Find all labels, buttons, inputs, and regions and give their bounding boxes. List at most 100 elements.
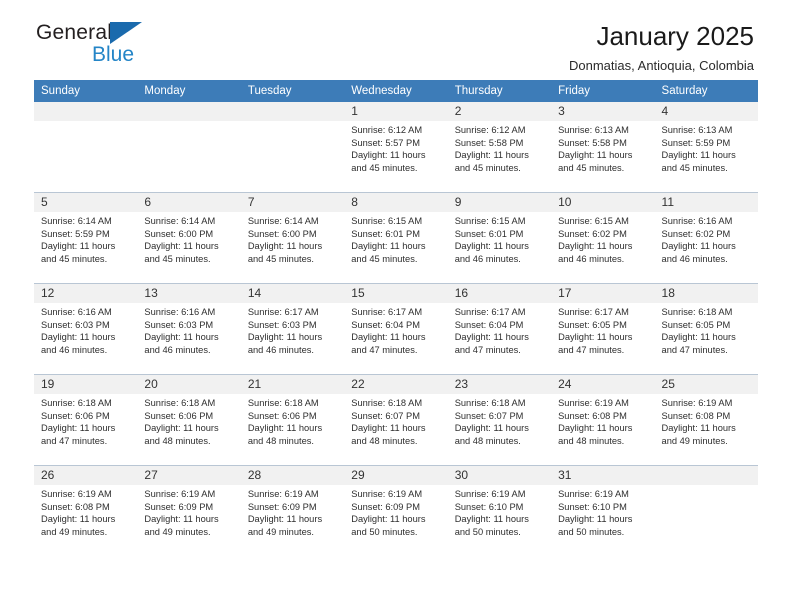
calendar-day-cell[interactable]: 13 Sunrise: 6:16 AM Sunset: 6:03 PM Dayligh… bbox=[137, 283, 241, 375]
day-details: Sunrise: 6:12 AM Sunset: 5:58 PM Daylight:… bbox=[448, 121, 551, 174]
weekday-header-thursday: Thursday bbox=[447, 80, 552, 102]
day-number: 19 bbox=[34, 375, 138, 394]
daylight-duration-line2: and 47 minutes. bbox=[661, 344, 728, 355]
sunrise-time: Sunrise: 6:15 AM bbox=[558, 216, 629, 226]
sunset-time: Sunset: 6:10 PM bbox=[558, 501, 627, 512]
day-number bbox=[654, 466, 758, 485]
sunrise-time: Sunrise: 6:14 AM bbox=[41, 216, 112, 226]
daylight-duration-line2: and 46 minutes. bbox=[454, 253, 521, 264]
calendar-day-cell[interactable]: 11 Sunrise: 6:16 AM Sunset: 6:02 PM Dayligh… bbox=[654, 192, 758, 284]
sunset-time: Sunset: 5:57 PM bbox=[351, 137, 420, 148]
daylight-duration-line2: and 47 minutes. bbox=[41, 435, 108, 446]
daylight-duration-line1: Daylight: 11 hours bbox=[661, 332, 736, 343]
daylight-duration-line2: and 45 minutes. bbox=[247, 253, 314, 264]
calendar-day-cell[interactable]: 22 Sunrise: 6:18 AM Sunset: 6:07 PM Dayligh… bbox=[344, 374, 448, 466]
sunrise-time: Sunrise: 6:19 AM bbox=[454, 489, 526, 499]
sunrise-time: Sunrise: 6:17 AM bbox=[247, 307, 319, 317]
day-details: Sunrise: 6:14 AM Sunset: 5:59 PM Daylight:… bbox=[34, 212, 137, 265]
daylight-duration-line1: Daylight: 11 hours bbox=[558, 332, 633, 343]
calendar-day-cell[interactable]: 4 Sunrise: 6:13 AM Sunset: 5:59 PM Daylight… bbox=[654, 102, 758, 193]
day-number: 2 bbox=[447, 102, 552, 121]
calendar-day-cell[interactable]: 1 Sunrise: 6:12 AM Sunset: 5:57 PM Daylight… bbox=[344, 102, 448, 193]
calendar-day-cell[interactable]: 31 Sunrise: 6:19 AM Sunset: 6:10 PM Dayligh… bbox=[551, 465, 655, 556]
calendar-day-cell[interactable]: 2 Sunrise: 6:12 AM Sunset: 5:58 PM Daylight… bbox=[447, 102, 552, 193]
calendar-day-cell[interactable]: 9 Sunrise: 6:15 AM Sunset: 6:01 PM Daylight… bbox=[447, 192, 552, 284]
calendar-day-cell[interactable]: 28 Sunrise: 6:19 AM Sunset: 6:09 PM Dayligh… bbox=[240, 465, 345, 556]
day-number: 6 bbox=[137, 193, 241, 212]
sunrise-time: Sunrise: 6:13 AM bbox=[661, 125, 733, 135]
calendar-day-cell[interactable]: 21 Sunrise: 6:18 AM Sunset: 6:06 PM Dayligh… bbox=[240, 374, 345, 466]
day-number: 12 bbox=[34, 284, 138, 303]
daylight-duration-line2: and 49 minutes. bbox=[661, 435, 728, 446]
daylight-duration-line1: Daylight: 11 hours bbox=[454, 332, 529, 343]
sunset-time: Sunset: 6:04 PM bbox=[454, 319, 524, 330]
calendar-week-row: 26 Sunrise: 6:19 AM Sunset: 6:08 PM Dayligh… bbox=[34, 465, 758, 556]
daylight-duration-line2: and 47 minutes. bbox=[558, 344, 625, 355]
logo-triangle-icon bbox=[110, 22, 143, 44]
day-number: 20 bbox=[137, 375, 241, 394]
weekday-header-tuesday: Tuesday bbox=[240, 80, 345, 102]
sunrise-time: Sunrise: 6:19 AM bbox=[661, 398, 733, 408]
sunset-time: Sunset: 6:06 PM bbox=[247, 410, 317, 421]
sunrise-time: Sunrise: 6:15 AM bbox=[454, 216, 526, 226]
calendar-day-cell[interactable]: 17 Sunrise: 6:17 AM Sunset: 6:05 PM Dayligh… bbox=[551, 283, 655, 375]
calendar-day-cell[interactable]: 10 Sunrise: 6:15 AM Sunset: 6:02 PM Dayligh… bbox=[551, 192, 655, 284]
day-number: 10 bbox=[551, 193, 655, 212]
daylight-duration-line1: Daylight: 11 hours bbox=[661, 150, 736, 161]
sunrise-time: Sunrise: 6:16 AM bbox=[144, 307, 216, 317]
day-number: 7 bbox=[240, 193, 345, 212]
calendar-day-cell[interactable]: 15 Sunrise: 6:17 AM Sunset: 6:04 PM Dayligh… bbox=[344, 283, 448, 375]
calendar-day-cell[interactable]: 8 Sunrise: 6:15 AM Sunset: 6:01 PM Daylight… bbox=[344, 192, 448, 284]
day-number: 31 bbox=[551, 466, 655, 485]
day-number: 11 bbox=[654, 193, 758, 212]
daylight-duration-line2: and 50 minutes. bbox=[454, 526, 521, 537]
calendar-day-cell[interactable]: 19 Sunrise: 6:18 AM Sunset: 6:06 PM Dayligh… bbox=[34, 374, 138, 466]
sunset-time: Sunset: 5:59 PM bbox=[41, 228, 110, 239]
calendar-day-cell[interactable]: 18 Sunrise: 6:18 AM Sunset: 6:05 PM Dayligh… bbox=[654, 283, 758, 375]
calendar-day-cell[interactable]: 29 Sunrise: 6:19 AM Sunset: 6:09 PM Dayligh… bbox=[344, 465, 448, 556]
calendar-day-cell[interactable]: 30 Sunrise: 6:19 AM Sunset: 6:10 PM Dayligh… bbox=[447, 465, 552, 556]
calendar-day-cell[interactable]: 20 Sunrise: 6:18 AM Sunset: 6:06 PM Dayligh… bbox=[137, 374, 241, 466]
daylight-duration-line2: and 48 minutes. bbox=[454, 435, 521, 446]
daylight-duration-line1: Daylight: 11 hours bbox=[247, 241, 323, 252]
calendar-day-cell[interactable]: 24 Sunrise: 6:19 AM Sunset: 6:08 PM Dayligh… bbox=[551, 374, 655, 466]
sunrise-time: Sunrise: 6:16 AM bbox=[41, 307, 112, 317]
sunset-time: Sunset: 6:07 PM bbox=[454, 410, 524, 421]
calendar-day-cell[interactable]: 3 Sunrise: 6:13 AM Sunset: 5:58 PM Daylight… bbox=[551, 102, 655, 193]
sunset-time: Sunset: 6:02 PM bbox=[558, 228, 627, 239]
sunset-time: Sunset: 6:09 PM bbox=[247, 501, 317, 512]
daylight-duration-line2: and 45 minutes. bbox=[558, 162, 625, 173]
calendar-day-cell[interactable]: 16 Sunrise: 6:17 AM Sunset: 6:04 PM Dayligh… bbox=[447, 283, 552, 375]
calendar-day-cell[interactable]: 23 Sunrise: 6:18 AM Sunset: 6:07 PM Dayligh… bbox=[447, 374, 552, 466]
generalblue-logo[interactable]: General Blue bbox=[36, 22, 236, 78]
daylight-duration-line2: and 46 minutes. bbox=[661, 253, 728, 264]
sunset-time: Sunset: 6:10 PM bbox=[454, 501, 524, 512]
daylight-duration-line1: Daylight: 11 hours bbox=[41, 423, 116, 434]
day-details: Sunrise: 6:18 AM Sunset: 6:06 PM Daylight:… bbox=[137, 394, 240, 447]
daylight-duration-line1: Daylight: 11 hours bbox=[144, 423, 219, 434]
daylight-duration-line1: Daylight: 11 hours bbox=[454, 150, 529, 161]
sunrise-sunset-calendar: Sunday Monday Tuesday Wednesday Thursday Frid… bbox=[34, 80, 758, 556]
sunset-time: Sunset: 6:03 PM bbox=[41, 319, 110, 330]
day-details: Sunrise: 6:17 AM Sunset: 6:03 PM Daylight:… bbox=[241, 303, 344, 356]
day-number bbox=[137, 102, 241, 121]
calendar-day-cell[interactable]: 25 Sunrise: 6:19 AM Sunset: 6:08 PM Dayligh… bbox=[654, 374, 758, 466]
calendar-day-cell[interactable]: 5 Sunrise: 6:14 AM Sunset: 5:59 PM Daylight… bbox=[34, 192, 138, 284]
sunrise-time: Sunrise: 6:12 AM bbox=[351, 125, 423, 135]
sunset-time: Sunset: 6:03 PM bbox=[144, 319, 214, 330]
calendar-day-cell[interactable]: 7 Sunrise: 6:14 AM Sunset: 6:00 PM Daylight… bbox=[240, 192, 345, 284]
day-details: Sunrise: 6:17 AM Sunset: 6:05 PM Daylight:… bbox=[551, 303, 654, 356]
calendar-day-cell[interactable]: 26 Sunrise: 6:19 AM Sunset: 6:08 PM Dayligh… bbox=[34, 465, 138, 556]
calendar-day-cell[interactable]: 6 Sunrise: 6:14 AM Sunset: 6:00 PM Daylight… bbox=[137, 192, 241, 284]
daylight-duration-line1: Daylight: 11 hours bbox=[351, 514, 426, 525]
sunrise-time: Sunrise: 6:19 AM bbox=[558, 489, 629, 499]
calendar-day-cell[interactable]: 27 Sunrise: 6:19 AM Sunset: 6:09 PM Dayligh… bbox=[137, 465, 241, 556]
sunrise-time: Sunrise: 6:14 AM bbox=[247, 216, 319, 226]
day-details: Sunrise: 6:18 AM Sunset: 6:06 PM Daylight:… bbox=[241, 394, 344, 447]
calendar-week-row: 12 Sunrise: 6:16 AM Sunset: 6:03 PM Dayligh… bbox=[34, 283, 758, 375]
calendar-day-cell[interactable]: 12 Sunrise: 6:16 AM Sunset: 6:03 PM Dayligh… bbox=[34, 283, 138, 375]
daylight-duration-line1: Daylight: 11 hours bbox=[454, 423, 529, 434]
calendar-day-cell[interactable]: 14 Sunrise: 6:17 AM Sunset: 6:03 PM Dayligh… bbox=[240, 283, 345, 375]
daylight-duration-line2: and 46 minutes. bbox=[558, 253, 625, 264]
weekday-header-wednesday: Wednesday bbox=[344, 80, 448, 102]
